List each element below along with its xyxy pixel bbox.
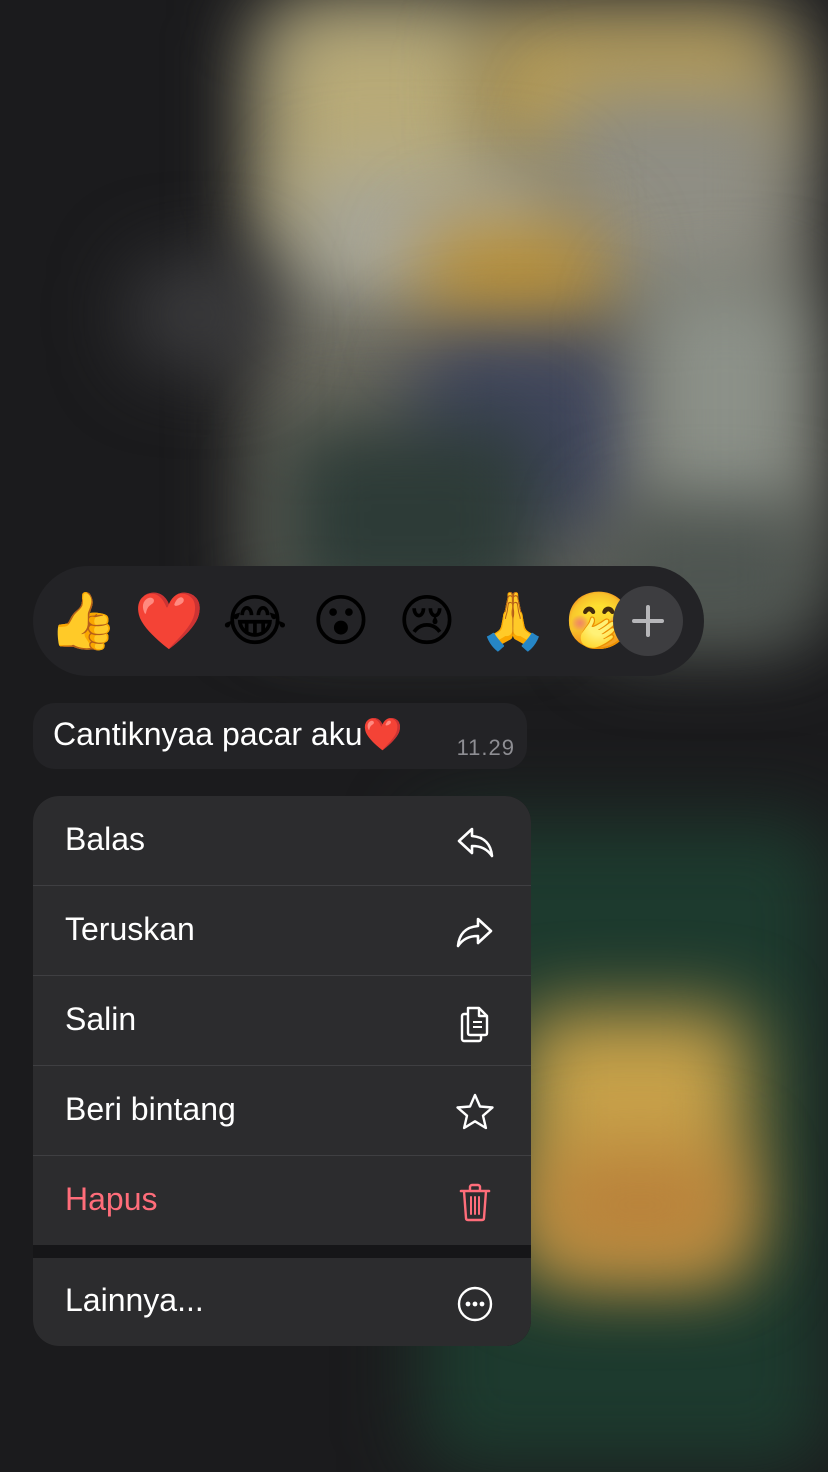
reaction-crying[interactable]: 😢 [392, 588, 462, 654]
menu-item-label: Lainnya... [65, 1282, 204, 1318]
reaction-tears-of-joy[interactable]: 😂 [220, 588, 290, 654]
menu-item-label: Teruskan [65, 911, 195, 947]
reaction-bar: 👍 ❤️ 😂 😮 😢 🙏 🤭 [33, 566, 704, 676]
menu-item-label: Balas [65, 821, 146, 857]
menu-item-forward[interactable]: Teruskan [33, 886, 531, 976]
menu-item-delete[interactable]: Hapus [33, 1156, 531, 1245]
forward-icon [456, 917, 493, 948]
menu-item-label: Hapus [65, 1181, 158, 1217]
more-icon [457, 1286, 493, 1322]
add-reaction-button[interactable] [613, 586, 683, 656]
trash-icon [459, 1183, 491, 1222]
menu-item-star[interactable]: Beri bintang [33, 1066, 531, 1156]
star-icon [456, 1093, 494, 1130]
message-time: 11.29 [456, 735, 515, 760]
reaction-red-heart[interactable]: ❤️ [134, 588, 204, 654]
menu-item-label: Beri bintang [65, 1091, 236, 1127]
reaction-surprised[interactable]: 😮 [306, 588, 376, 654]
screen: 👍 ❤️ 😂 😮 😢 🙏 🤭 Cantiknyaa pacar aku❤️ 11… [0, 0, 828, 1472]
reaction-thumbs-up[interactable]: 👍 [48, 588, 118, 654]
menu-item-copy[interactable]: Salin [33, 976, 531, 1066]
copy-icon [460, 1006, 489, 1043]
reply-icon [457, 827, 494, 858]
context-menu: Balas Teruskan Salin Beri bintang Hapus … [33, 796, 531, 1346]
message-bubble[interactable]: Cantiknyaa pacar aku❤️ 11.29 [33, 703, 527, 769]
message-text: Cantiknyaa pacar aku❤️ [53, 716, 403, 752]
reaction-folded-hands[interactable]: 🙏 [478, 588, 548, 654]
menu-group-separator [33, 1245, 531, 1258]
menu-item-label: Salin [65, 1001, 137, 1037]
menu-item-more[interactable]: Lainnya... [33, 1258, 531, 1346]
menu-item-reply[interactable]: Balas [33, 796, 531, 886]
